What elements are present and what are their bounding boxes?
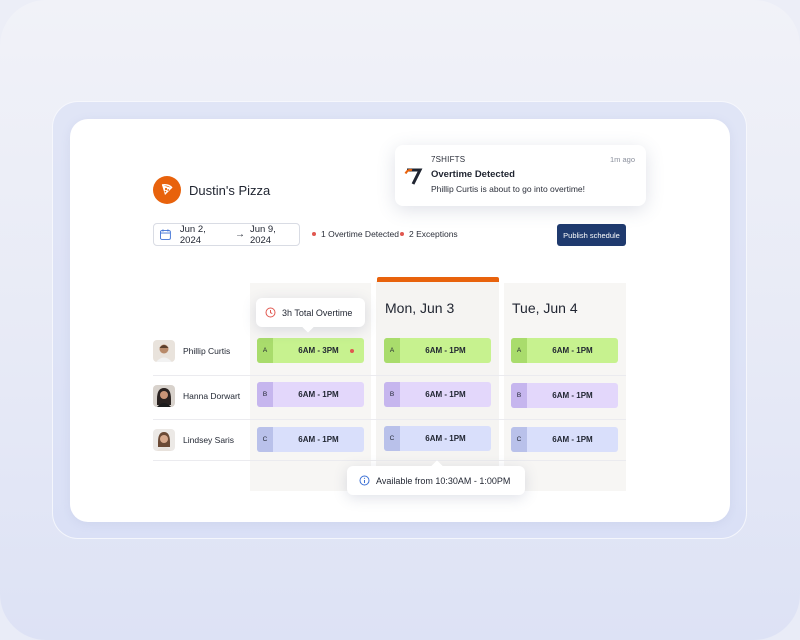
shift-tag: C [384, 426, 400, 451]
overtime-dot-icon [350, 349, 354, 353]
info-icon [359, 475, 370, 486]
overtime-flag-label: 1 Overtime Detected [321, 229, 399, 239]
overtime-flag[interactable]: 1 Overtime Detected [312, 229, 399, 239]
shift-time: 6AM - 1PM [552, 346, 593, 355]
shift-block[interactable]: C 6AM - 1PM [384, 426, 491, 451]
shift-tag: B [511, 383, 527, 408]
employee-name: Lindsey Saris [183, 435, 235, 445]
overtime-tooltip: 3h Total Overtime [256, 298, 365, 327]
employee-hanna-dorwart[interactable]: Hanna Dorwart [153, 385, 240, 407]
shift-time: 6AM - 1PM [425, 390, 466, 399]
overtime-notification[interactable]: 7SHIFTS 1m ago Overtime Detected Phillip… [395, 145, 646, 206]
shift-tag: C [511, 427, 527, 452]
row-divider [153, 375, 626, 376]
row-divider [153, 419, 626, 420]
shift-time: 6AM - 1PM [298, 435, 339, 444]
day-header-tue[interactable]: Tue, Jun 4 [512, 300, 578, 316]
shift-tag: B [257, 382, 273, 407]
day-header-mon[interactable]: Mon, Jun 3 [385, 300, 454, 316]
employee-lindsey-saris[interactable]: Lindsey Saris [153, 429, 234, 451]
avatar [153, 340, 175, 362]
shift-time: 6AM - 1PM [425, 346, 466, 355]
shift-block[interactable]: B 6AM - 1PM [511, 383, 618, 408]
brand-name: Dustin's Pizza [189, 182, 271, 198]
shift-tag: A [257, 338, 273, 363]
avatar [153, 385, 175, 407]
shift-block[interactable]: A 6AM - 3PM [257, 338, 364, 363]
alert-dot-icon [400, 232, 404, 236]
exceptions-flag-label: 2 Exceptions [409, 229, 458, 239]
shift-time: 6AM - 1PM [298, 390, 339, 399]
shift-block[interactable]: B 6AM - 1PM [384, 382, 491, 407]
selected-day-indicator [377, 277, 499, 282]
avatar [153, 429, 175, 451]
shift-tag: B [384, 382, 400, 407]
shift-block[interactable]: C 6AM - 1PM [257, 427, 364, 452]
date-start: Jun 2, 2024 [179, 223, 206, 246]
exceptions-flag[interactable]: 2 Exceptions [400, 229, 458, 239]
sevenshifts-logo-icon [404, 168, 423, 185]
employee-name: Hanna Dorwart [183, 391, 241, 401]
overtime-tooltip-text: 3h Total Overtime [282, 307, 353, 318]
shift-tag: A [384, 338, 400, 363]
shift-block[interactable]: B 6AM - 1PM [257, 382, 364, 407]
notification-title: Overtime Detected [431, 169, 515, 180]
publish-schedule-button[interactable]: Publish schedule [557, 224, 626, 246]
shift-block[interactable]: A 6AM - 1PM [384, 338, 491, 363]
employee-name: Phillip Curtis [183, 346, 231, 356]
shift-time: 6AM - 1PM [552, 435, 593, 444]
date-end: Jun 9, 2024 [249, 223, 276, 246]
availability-tooltip-text: Available from 10:30AM - 1:00PM [376, 475, 511, 486]
pizza-icon [153, 176, 181, 204]
notification-time: 1m ago [609, 155, 635, 164]
employee-phillip-curtis[interactable]: Phillip Curtis [153, 340, 230, 362]
shift-block[interactable]: A 6AM - 1PM [511, 338, 618, 363]
shift-block[interactable]: C 6AM - 1PM [511, 427, 618, 452]
clock-icon [265, 307, 276, 318]
arrow-right-icon: → [234, 229, 245, 240]
row-divider [153, 460, 626, 461]
alert-dot-icon [312, 232, 316, 236]
calendar-icon [160, 229, 171, 240]
shift-time: 6AM - 1PM [552, 391, 593, 400]
notification-app-name: 7SHIFTS [431, 155, 466, 164]
brand-header: Dustin's Pizza [153, 176, 270, 204]
shift-tag: C [257, 427, 273, 452]
availability-tooltip: Available from 10:30AM - 1:00PM [347, 466, 525, 495]
date-range-picker[interactable]: Jun 2, 2024 → Jun 9, 2024 [153, 223, 300, 246]
shift-time: 6AM - 1PM [425, 434, 466, 443]
shift-tag: A [511, 338, 527, 363]
notification-body: Phillip Curtis is about to go into overt… [431, 184, 586, 194]
